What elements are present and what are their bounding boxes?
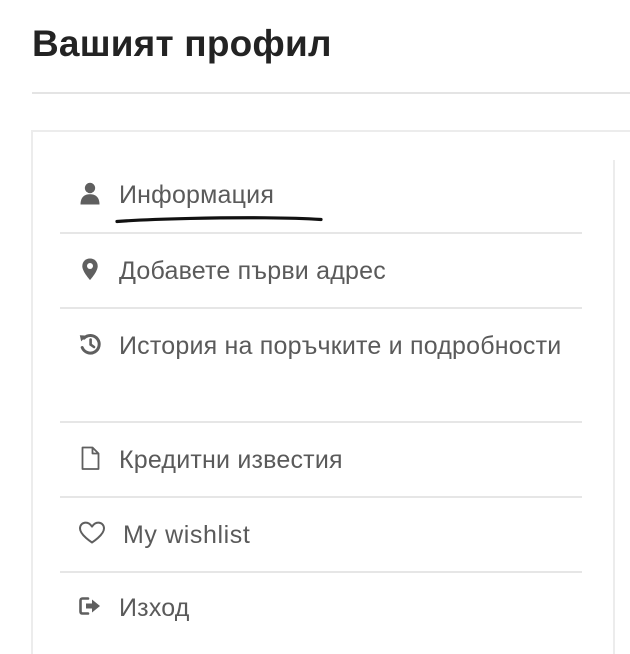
menu-item-logout[interactable]: Изход	[60, 573, 582, 648]
menu-item-wishlist[interactable]: My wishlist	[60, 498, 582, 573]
panel-right-border	[613, 160, 615, 654]
menu-item-information[interactable]: Информация	[60, 158, 582, 234]
menu-item-add-address[interactable]: Добавете първи адрес	[60, 234, 582, 309]
menu-item-label: My wishlist	[123, 521, 251, 549]
menu-item-label: Добавете първи адрес	[119, 257, 386, 285]
menu-item-label: Кредитни известия	[119, 446, 343, 474]
handwritten-underline	[115, 216, 323, 224]
title-divider	[32, 92, 630, 94]
menu-item-label: Изход	[119, 594, 190, 622]
menu-item-label: История на поръчките и подробности	[119, 332, 562, 360]
menu-item-credit-notes[interactable]: Кредитни известия	[60, 423, 582, 498]
menu-item-label: Информация	[119, 181, 275, 209]
user-icon	[78, 181, 102, 205]
sign-out-icon	[78, 594, 102, 618]
heart-icon	[78, 521, 106, 545]
document-icon	[78, 446, 102, 470]
map-marker-icon	[78, 257, 102, 281]
account-menu: Информация Добавете първи адрес История …	[60, 158, 582, 648]
menu-item-order-history[interactable]: История на поръчките и подробности	[60, 309, 582, 423]
history-icon	[78, 332, 102, 356]
page-title: Вашият профил	[32, 23, 332, 64]
